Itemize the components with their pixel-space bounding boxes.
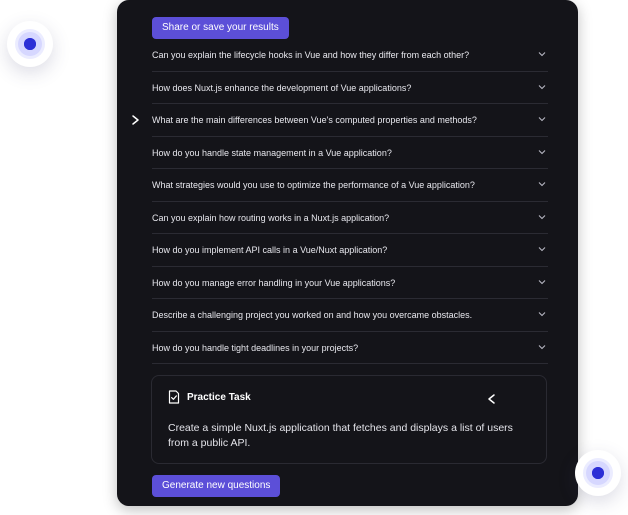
chevron-down-icon xyxy=(538,214,546,219)
question-text: How does Nuxt.js enhance the development… xyxy=(152,82,412,93)
question-text: What strategies would you use to optimiz… xyxy=(152,180,475,190)
question-text: What are the main differences between Vu… xyxy=(152,115,477,125)
share-results-button[interactable]: Share or save your results xyxy=(152,17,289,39)
chevron-down-icon xyxy=(538,182,546,187)
question-item-8[interactable]: How do you manage error handling in your… xyxy=(152,267,548,299)
question-item-7[interactable]: How do you implement API calls in a Vue/… xyxy=(152,234,548,267)
indicator-dot-right xyxy=(575,450,621,496)
question-text: Describe a challenging project you worke… xyxy=(152,310,473,320)
stage: Share or save your results Can you expla… xyxy=(0,0,628,515)
question-text: How do you handle tight deadlines in you… xyxy=(152,342,359,353)
chevron-down-icon xyxy=(538,279,546,284)
chevron-down-icon xyxy=(538,344,546,349)
question-text: How do you implement API calls in a Vue/… xyxy=(152,245,388,255)
interview-questions-panel: Share or save your results Can you expla… xyxy=(117,0,578,506)
question-text: Can you explain how routing works in a N… xyxy=(152,212,390,223)
chevron-down-icon xyxy=(538,149,546,154)
clipboard-check-icon xyxy=(168,390,180,404)
chevron-down-icon xyxy=(538,312,546,317)
question-item-1[interactable]: Can you explain the lifecycle hooks in V… xyxy=(152,39,548,72)
chevron-down-icon xyxy=(538,247,546,252)
question-item-2[interactable]: How does Nuxt.js enhance the development… xyxy=(152,72,548,104)
question-item-9[interactable]: Describe a challenging project you worke… xyxy=(152,299,548,332)
question-item-3[interactable]: What are the main differences between Vu… xyxy=(152,104,548,137)
chevron-down-icon xyxy=(538,52,546,57)
generate-questions-button[interactable]: Generate new questions xyxy=(152,475,281,497)
indicator-dot-left xyxy=(7,21,53,67)
question-text: Can you explain the lifecycle hooks in V… xyxy=(152,50,470,60)
question-item-5[interactable]: What strategies would you use to optimiz… xyxy=(152,169,548,202)
practice-task-card: Practice Task Create a simple Nuxt.js ap… xyxy=(151,375,547,464)
chevron-down-icon xyxy=(538,84,546,89)
chevron-down-icon xyxy=(538,117,546,122)
practice-task-title: Practice Task xyxy=(187,392,251,403)
question-text: How do you manage error handling in your… xyxy=(152,277,396,288)
question-item-10[interactable]: How do you handle tight deadlines in you… xyxy=(152,332,548,364)
question-item-4[interactable]: How do you handle state management in a … xyxy=(152,137,548,169)
question-item-6[interactable]: Can you explain how routing works in a N… xyxy=(152,202,548,234)
question-text: How do you handle state management in a … xyxy=(152,147,392,158)
practice-task-description: Create a simple Nuxt.js application that… xyxy=(168,422,513,449)
question-list: Can you explain the lifecycle hooks in V… xyxy=(152,39,548,364)
